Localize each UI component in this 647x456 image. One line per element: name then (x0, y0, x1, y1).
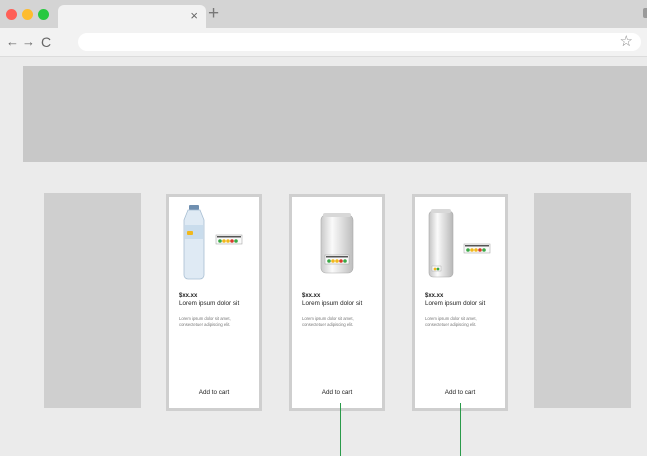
right-product-placeholder (534, 193, 631, 408)
left-product-placeholder (44, 193, 141, 408)
back-arrow-icon[interactable]: ← (6, 34, 19, 50)
browser-toolbar: ← → C ☆ (0, 28, 647, 57)
browser-window: × + ← → C ☆ $xx.xx Lorem ipsum dolor sit… (0, 0, 647, 456)
product-description: Lorem ipsum dolor sit amet, consectetuer… (302, 316, 354, 327)
add-to-cart-button[interactable]: Add to cart (169, 389, 259, 396)
product-title[interactable]: Lorem ipsum dolor sit (425, 300, 485, 307)
product-card[interactable]: $xx.xx Lorem ipsum dolor sit Lorem ipsum… (289, 194, 385, 411)
add-to-cart-button[interactable]: Add to cart (292, 389, 382, 396)
product-description: Lorem ipsum dolor sit amet, consectetuer… (179, 316, 231, 327)
product-card[interactable]: $xx.xx Lorem ipsum dolor sit Lorem ipsum… (412, 194, 508, 411)
beverage-can-icon (320, 213, 354, 274)
annotation-pointer-line (460, 403, 461, 456)
maximize-window-button[interactable] (38, 9, 49, 20)
tall-beverage-can-icon (428, 209, 491, 278)
reload-icon[interactable]: C (41, 34, 51, 50)
annotation-pointer-line (340, 403, 341, 456)
new-tab-icon[interactable]: + (208, 4, 219, 24)
window-edge-handle (643, 8, 647, 18)
close-tab-icon[interactable]: × (190, 8, 198, 24)
product-title[interactable]: Lorem ipsum dolor sit (179, 300, 239, 307)
browser-tab[interactable]: × (58, 5, 206, 29)
product-card[interactable]: $xx.xx Lorem ipsum dolor sit Lorem ipsum… (166, 194, 262, 411)
product-price: $xx.xx (302, 293, 321, 299)
hero-banner-placeholder (23, 66, 647, 162)
water-bottle-icon (183, 205, 243, 280)
product-description: Lorem ipsum dolor sit amet, consectetuer… (425, 316, 477, 327)
address-bar[interactable]: ☆ (78, 33, 641, 51)
close-window-button[interactable] (6, 9, 17, 20)
forward-arrow-icon[interactable]: → (22, 34, 35, 50)
tab-strip: × + (0, 0, 647, 29)
add-to-cart-button[interactable]: Add to cart (415, 389, 505, 396)
product-price: $xx.xx (425, 293, 444, 299)
product-title[interactable]: Lorem ipsum dolor sit (302, 300, 362, 307)
product-price: $xx.xx (179, 293, 198, 299)
bookmark-star-icon[interactable]: ☆ (620, 33, 633, 51)
minimize-window-button[interactable] (22, 9, 33, 20)
